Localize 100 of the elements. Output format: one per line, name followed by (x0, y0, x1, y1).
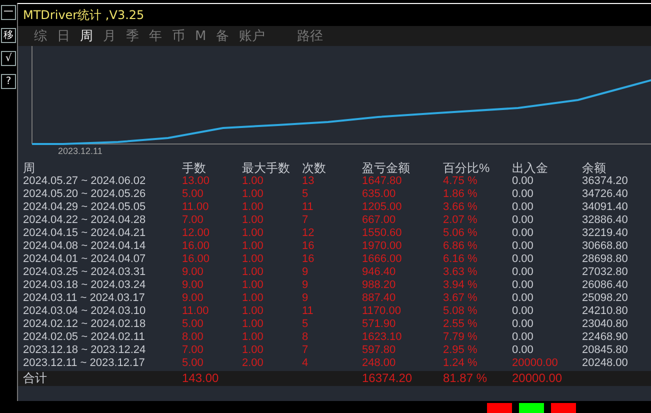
table-cell-text: 5.08 % (443, 305, 478, 318)
table-cell-text: 11.00 (182, 305, 210, 318)
table-cell-text: 0.00 (512, 318, 534, 331)
table-cell-text: 1.86 % (443, 188, 478, 201)
table-cell-text: 2024.04.01 ~ 2024.04.07 (23, 253, 147, 266)
column-header: 手数 (182, 161, 207, 175)
table-cell-text: 1.00 (242, 279, 264, 292)
table-cell-text: 0.00 (512, 227, 534, 240)
table-cell-text: 8.00 (182, 331, 204, 344)
table-cell-text: 5 (302, 188, 310, 201)
table-cell-text: 32886.40 (582, 214, 629, 227)
table-cell-text: 2024.02.12 ~ 2024.02.18 (23, 318, 147, 331)
table-cell-text: 946.40 (362, 266, 397, 279)
table-cell-text: 34091.40 (582, 201, 629, 214)
table-cell-text: 7.00 (182, 344, 204, 357)
table-cell-text: 1623.10 (362, 331, 403, 344)
table-cell-text: 3.67 % (443, 292, 478, 305)
table-cell-text: 2024.03.18 ~ 2024.03.24 (23, 279, 147, 292)
axis-label: 2023.12.11 (58, 145, 102, 158)
tab[interactable]: 日 (56, 30, 71, 42)
tab[interactable]: 综 (33, 30, 48, 42)
column-header: 百分比% (443, 161, 491, 175)
table-cell-text: 635.00 (362, 188, 397, 201)
table-cell-text: 0.00 (512, 266, 534, 279)
table-cell-text: 4.75 % (443, 175, 478, 188)
tab[interactable]: 年 (148, 30, 163, 42)
table-cell-text: 2023.12.18 ~ 2023.12.24 (23, 344, 147, 357)
table-cell-text: 5 (302, 318, 310, 331)
table-cell-text: 7.79 % (443, 331, 478, 344)
tab[interactable]: 币 (171, 30, 186, 42)
side-button[interactable]: 一 (1, 5, 16, 20)
table-cell-text: 571.90 (362, 318, 397, 331)
tab[interactable]: 季 (125, 30, 140, 42)
table-cell-text: 1.00 (242, 318, 264, 331)
table-cell-text: 2.55 % (443, 318, 478, 331)
table-cell-text: 1.00 (242, 292, 264, 305)
table-cell-text: 1170.00 (362, 305, 402, 318)
side-button[interactable]: ? (1, 74, 16, 89)
table-cell-text: 5.06 % (443, 227, 478, 240)
tab[interactable]: M (194, 30, 208, 42)
table-cell-text: 143.00 (182, 371, 220, 386)
table-cell-text: 12.00 (182, 227, 211, 240)
table-cell-text: 1666.00 (362, 253, 403, 266)
table-cell-text: 0.00 (512, 240, 534, 253)
table-cell-text: 597.80 (362, 344, 397, 357)
table-cell-text: 81.87 % (443, 371, 488, 386)
tab[interactable]: 账户 (238, 30, 266, 42)
table-cell-text: 3.94 % (443, 279, 478, 292)
table-cell-text: 8 (302, 331, 310, 344)
table-cell-text: 1.00 (242, 331, 264, 344)
table-cell-text: 5.00 (182, 357, 204, 370)
table-cell-text: 2024.03.04 ~ 2024.03.10 (23, 305, 147, 318)
table-cell-text: 2024.05.27 ~ 2024.06.02 (23, 175, 147, 188)
table-cell-text: 0.00 (512, 175, 534, 188)
tab[interactable]: 周 (79, 30, 94, 42)
table-cell-text: 7 (302, 344, 310, 357)
table-cell-text: 1.00 (242, 305, 264, 318)
table-cell-text: 2024.04.22 ~ 2024.04.28 (23, 214, 147, 227)
table-cell-text: 887.40 (362, 292, 397, 305)
table-cell-text: 16.00 (182, 253, 211, 266)
table-cell-text: 26086.40 (582, 279, 629, 292)
table-cell-text: 5.00 (182, 318, 204, 331)
table-cell-text: 2024.05.20 ~ 2024.05.26 (23, 188, 147, 201)
table-cell-text: 9.00 (182, 279, 204, 292)
table-cell-text: 1.00 (242, 175, 264, 188)
table-cell-text: 7 (302, 214, 310, 227)
table-cell-text: 2024.03.11 ~ 2024.03.17 (23, 292, 146, 305)
table-cell-text: 2024.02.05 ~ 2024.02.11 (23, 331, 146, 344)
table-cell-text: 0.00 (512, 253, 534, 266)
tab[interactable]: 路径 (296, 30, 324, 42)
table-cell-text: 11 (302, 305, 314, 318)
table-cell-text: 2.07 % (443, 214, 478, 227)
table-cell-text: 24210.80 (582, 305, 629, 318)
table-cell-text: 3.63 % (443, 266, 478, 279)
table-cell-text: 3.66 % (443, 201, 478, 214)
side-button[interactable]: √ (1, 51, 16, 66)
column-header: 出入金 (512, 161, 549, 175)
total-label: 合计 (23, 371, 48, 386)
tab[interactable]: 备 (215, 30, 230, 42)
side-button[interactable]: 移 (1, 28, 16, 43)
column-header: 次数 (302, 161, 327, 175)
table-cell-text: 6.86 % (443, 240, 478, 253)
table-cell-text: 1.00 (242, 227, 264, 240)
table-cell-text: 7.00 (182, 214, 204, 227)
tab[interactable]: 月 (102, 30, 117, 42)
table-cell-text: 667.00 (362, 214, 397, 227)
table-cell-text: 6.16 % (443, 253, 478, 266)
table-cell-text: 0.00 (512, 214, 534, 227)
table-cell-text: 9.00 (182, 292, 204, 305)
table-cell-text: 32219.40 (582, 227, 629, 240)
table-cell-text: 23040.80 (582, 318, 629, 331)
table-cell-text: 1.00 (242, 240, 264, 253)
table-cell-text: 988.20 (362, 279, 397, 292)
table-cell-text: 13 (302, 175, 316, 188)
table-cell-text: 2024.04.15 ~ 2024.04.21 (23, 227, 147, 240)
table-cell-text: 11 (302, 201, 314, 214)
table-cell-text: 0.00 (512, 201, 534, 214)
table-cell-text: 2024.04.29 ~ 2024.05.05 (23, 201, 147, 214)
table-cell-text: 2024.04.08 ~ 2024.04.14 (23, 240, 147, 253)
table-cell-text: 20000.00 (512, 357, 559, 370)
